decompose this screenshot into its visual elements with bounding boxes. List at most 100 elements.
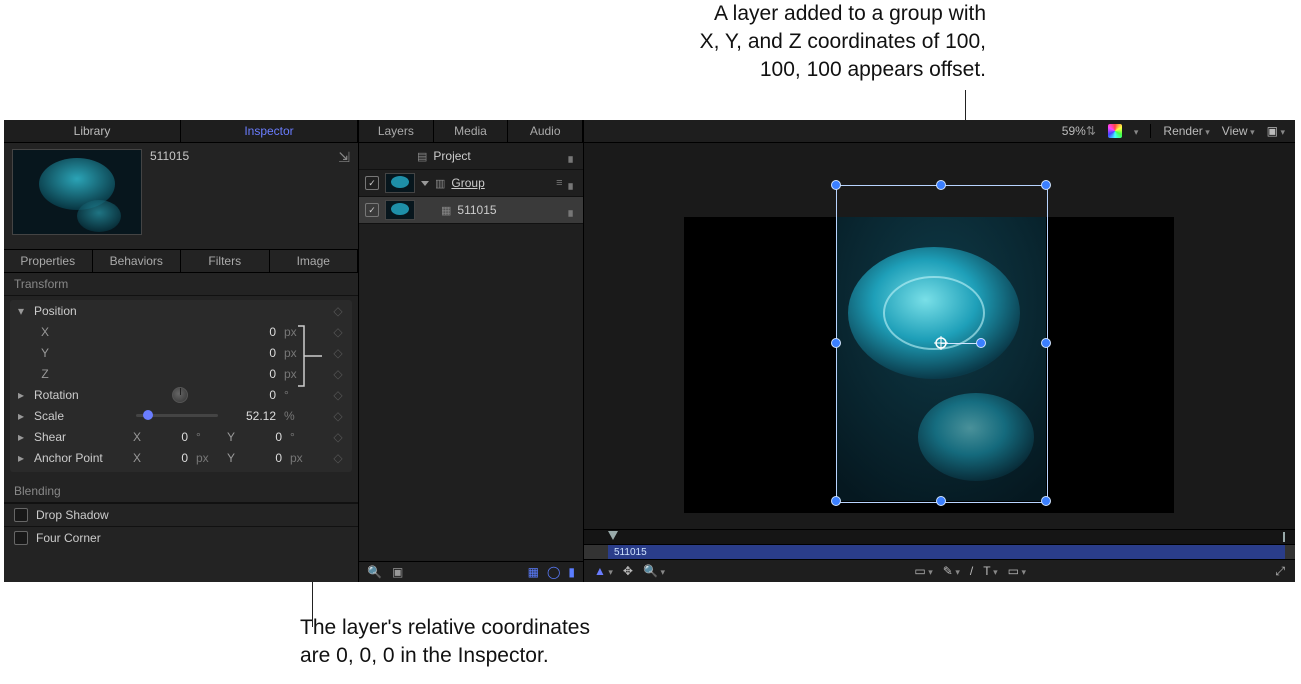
- handle-bl[interactable]: [831, 496, 841, 506]
- pin-icon[interactable]: ⇲: [338, 149, 350, 166]
- canvas-stage[interactable]: [584, 143, 1295, 529]
- layers-footer: 🔍 ▣ ▦ ◯ ▮: [359, 561, 583, 582]
- range-end-icon[interactable]: [1283, 532, 1285, 542]
- annotation-top: A layer added to a group with X, Y, and …: [536, 0, 986, 84]
- drop-shadow-checkbox[interactable]: [14, 508, 28, 522]
- position-x-value[interactable]: 0: [220, 325, 276, 339]
- row-position[interactable]: ▾ Position ◇: [10, 300, 352, 321]
- anchor-x-value[interactable]: 0: [150, 451, 188, 465]
- keyframe-icon[interactable]: ◇: [332, 430, 344, 444]
- shear-x-label: X: [130, 430, 144, 444]
- tab-inspector[interactable]: Inspector: [181, 120, 358, 142]
- paint-tool-icon[interactable]: /: [970, 564, 973, 578]
- color-dropdown[interactable]: [1134, 124, 1139, 138]
- position-z-value[interactable]: 0: [220, 367, 276, 381]
- image-icon: ▦: [441, 204, 451, 217]
- keyframe-icon[interactable]: ◇: [332, 367, 344, 381]
- group-visibility-checkbox[interactable]: ✓: [365, 176, 379, 190]
- search-icon[interactable]: 🔍: [367, 565, 382, 579]
- handle-tr[interactable]: [1041, 180, 1051, 190]
- gear-icon[interactable]: ◯: [547, 565, 560, 579]
- scale-label: Scale: [34, 409, 124, 423]
- orbit-tool-icon[interactable]: ✥: [623, 564, 633, 578]
- row-anchor[interactable]: ▸ Anchor Point X 0 px Y 0 px ◇: [10, 447, 352, 468]
- shape-tool-icon[interactable]: ▭: [914, 564, 932, 578]
- playhead-icon[interactable]: [608, 531, 618, 540]
- scale-slider-thumb[interactable]: [143, 410, 153, 420]
- expand-icon[interactable]: ⤢: [1275, 564, 1285, 579]
- shear-y-value[interactable]: 0: [244, 430, 282, 444]
- subtab-image[interactable]: Image: [270, 250, 359, 272]
- position-z-unit: px: [282, 367, 306, 381]
- colorwell-icon[interactable]: [1108, 124, 1122, 138]
- pass-label-icon[interactable]: ≡: [556, 177, 562, 189]
- tab-audio[interactable]: Audio: [508, 120, 583, 142]
- select-tool-icon[interactable]: ▲: [594, 564, 613, 578]
- handle-tl[interactable]: [831, 180, 841, 190]
- handle-br[interactable]: [1041, 496, 1051, 506]
- keyframe-icon[interactable]: ◇: [332, 451, 344, 465]
- shear-x-value[interactable]: 0: [150, 430, 188, 444]
- handle-tm[interactable]: [936, 180, 946, 190]
- mask-icon[interactable]: ▮: [568, 565, 575, 579]
- pen-tool-icon[interactable]: ✎: [943, 564, 960, 578]
- keyframe-icon[interactable]: ◇: [332, 388, 344, 402]
- window-icon[interactable]: ▣: [392, 565, 403, 579]
- anchor-point-icon[interactable]: [934, 336, 948, 350]
- layer-row-item[interactable]: ✓ ▦ 511015 ▖: [359, 197, 583, 224]
- layer-name[interactable]: 511015: [457, 203, 562, 217]
- tab-library[interactable]: Library: [4, 120, 181, 142]
- subtab-properties[interactable]: Properties: [4, 250, 93, 272]
- folder-icon[interactable]: ▖: [569, 204, 577, 217]
- position-y-value[interactable]: 0: [220, 346, 276, 360]
- row-shear[interactable]: ▸ Shear X 0 ° Y 0 ° ◇: [10, 426, 352, 447]
- keyframe-icon[interactable]: ◇: [332, 325, 344, 339]
- keyframe-icon[interactable]: ◇: [332, 304, 344, 318]
- row-four-corner[interactable]: Four Corner: [4, 526, 358, 549]
- inspector-thumbnail[interactable]: [12, 149, 142, 235]
- chevron-right-icon: ▸: [18, 430, 28, 444]
- tab-media[interactable]: Media: [434, 120, 509, 142]
- folder-icon[interactable]: ▖: [569, 177, 577, 190]
- subtab-filters[interactable]: Filters: [181, 250, 270, 272]
- row-rotation[interactable]: ▸ Rotation 0 ° ◇: [10, 384, 352, 405]
- row-scale[interactable]: ▸ Scale 52.12 % ◇: [10, 405, 352, 426]
- timeline-ruler[interactable]: [584, 529, 1295, 544]
- anchor-y-value[interactable]: 0: [244, 451, 282, 465]
- render-menu[interactable]: Render: [1163, 124, 1209, 138]
- rotation-dial[interactable]: [172, 387, 188, 403]
- group-name[interactable]: Group: [451, 176, 550, 190]
- checker-icon[interactable]: ▦: [528, 565, 539, 579]
- disclosure-triangle-icon[interactable]: [421, 181, 429, 186]
- layer-visibility-checkbox[interactable]: ✓: [365, 203, 379, 217]
- layer-row-group[interactable]: ✓ ▥ Group ≡ ▖: [359, 170, 583, 197]
- scale-value[interactable]: 52.12: [230, 409, 276, 423]
- scale-slider[interactable]: [136, 414, 218, 417]
- timeline-track[interactable]: 511015: [584, 544, 1295, 559]
- layer-row-project[interactable]: ▤ Project ▖: [359, 143, 583, 170]
- tab-layers[interactable]: Layers: [359, 120, 434, 142]
- zoom-readout[interactable]: 59%⇅: [1062, 124, 1096, 138]
- subtab-behaviors[interactable]: Behaviors: [93, 250, 182, 272]
- drag-head-handle[interactable]: [976, 338, 986, 348]
- layout-menu[interactable]: ▣: [1267, 124, 1285, 138]
- shear-y-label: Y: [224, 430, 238, 444]
- folder-icon[interactable]: ▖: [569, 150, 577, 163]
- keyframe-icon[interactable]: ◇: [332, 409, 344, 423]
- rotation-value[interactable]: 0: [220, 388, 276, 402]
- view-menu[interactable]: View: [1222, 124, 1255, 138]
- jellyfish-thumb-svg: [13, 150, 141, 234]
- layers-panel: Layers Media Audio ▤ Project ▖ ✓ ▥ Group…: [359, 120, 584, 582]
- mask-tool-icon[interactable]: ▭: [1008, 564, 1026, 578]
- zoom-tool-icon[interactable]: 🔍: [643, 564, 665, 578]
- keyframe-icon[interactable]: ◇: [332, 346, 344, 360]
- row-drop-shadow[interactable]: Drop Shadow: [4, 503, 358, 526]
- timeline-clip[interactable]: 511015: [608, 545, 1285, 559]
- handle-mr[interactable]: [1041, 338, 1051, 348]
- handle-bm[interactable]: [936, 496, 946, 506]
- chevron-right-icon: ▸: [18, 388, 28, 402]
- position-x-unit: px: [282, 325, 306, 339]
- four-corner-checkbox[interactable]: [14, 531, 28, 545]
- text-tool-icon[interactable]: T: [983, 564, 997, 578]
- handle-ml[interactable]: [831, 338, 841, 348]
